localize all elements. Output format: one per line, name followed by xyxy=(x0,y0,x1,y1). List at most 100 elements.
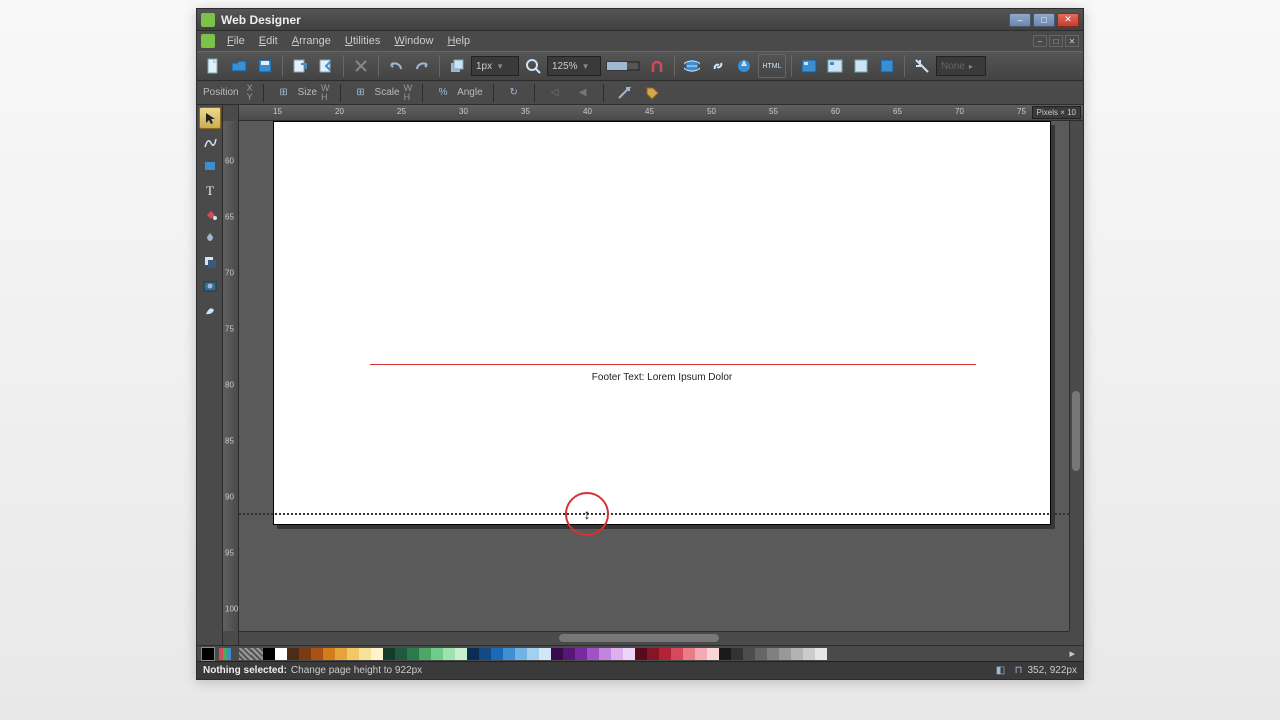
vertical-scroll-thumb[interactable] xyxy=(1072,391,1080,471)
flip-v-icon[interactable]: ◀ xyxy=(573,84,593,102)
new-file-button[interactable] xyxy=(201,54,225,78)
color-swatch[interactable] xyxy=(803,648,815,660)
color-swatch[interactable] xyxy=(551,648,563,660)
color-editor-icon[interactable] xyxy=(219,648,233,660)
stroke-width-combo[interactable]: 1px▼ xyxy=(471,56,519,76)
color-swatch[interactable] xyxy=(287,648,299,660)
color-swatch[interactable] xyxy=(299,648,311,660)
color-swatch[interactable] xyxy=(707,648,719,660)
color-swatch[interactable] xyxy=(767,648,779,660)
color-swatch[interactable] xyxy=(719,648,731,660)
color-swatch[interactable] xyxy=(275,648,287,660)
save-file-button[interactable] xyxy=(253,54,277,78)
fill-tool[interactable] xyxy=(199,203,221,225)
import-button[interactable] xyxy=(288,54,312,78)
link-button[interactable] xyxy=(706,54,730,78)
color-swatch[interactable] xyxy=(467,648,479,660)
color-bar-more-icon[interactable]: ▸ xyxy=(1065,647,1079,660)
no-color-swatch[interactable] xyxy=(239,648,251,660)
color-swatch[interactable] xyxy=(743,648,755,660)
menu-window[interactable]: Window xyxy=(388,33,439,49)
color-swatch[interactable] xyxy=(491,648,503,660)
names-combo[interactable]: None▸ xyxy=(936,56,986,76)
color-swatch[interactable] xyxy=(647,648,659,660)
lock-aspect-size-icon[interactable]: ⊞ xyxy=(274,84,294,102)
publish-button[interactable] xyxy=(732,54,756,78)
color-swatch[interactable] xyxy=(347,648,359,660)
color-swatch[interactable] xyxy=(575,648,587,660)
color-swatch[interactable] xyxy=(383,648,395,660)
horizontal-scroll-thumb[interactable] xyxy=(559,634,719,642)
open-file-button[interactable] xyxy=(227,54,251,78)
gallery-page-button[interactable] xyxy=(875,54,899,78)
maximize-button[interactable]: □ xyxy=(1033,13,1055,27)
color-swatch[interactable] xyxy=(623,648,635,660)
color-swatch[interactable] xyxy=(359,648,371,660)
tag-icon[interactable] xyxy=(642,84,662,102)
color-swatch[interactable] xyxy=(335,648,347,660)
snap-button[interactable] xyxy=(645,54,669,78)
menu-help[interactable]: Help xyxy=(441,33,476,49)
page-canvas[interactable]: Footer Text: Lorem Ipsum Dolor xyxy=(273,121,1051,525)
gallery-bitmap-button[interactable] xyxy=(849,54,873,78)
color-swatch[interactable] xyxy=(515,648,527,660)
ruler-origin-corner[interactable] xyxy=(223,105,239,121)
menu-edit[interactable]: Edit xyxy=(253,33,284,49)
horizontal-scrollbar[interactable] xyxy=(239,631,1069,645)
color-swatch[interactable] xyxy=(323,648,335,660)
apply-changes-icon[interactable] xyxy=(614,84,634,102)
shadow-tool[interactable] xyxy=(199,251,221,273)
flip-h-icon[interactable]: ◁ xyxy=(545,84,565,102)
color-swatch[interactable] xyxy=(431,648,443,660)
lock-aspect-scale-icon[interactable]: ⊞ xyxy=(351,84,371,102)
color-swatch[interactable] xyxy=(443,648,455,660)
ruler-units-label[interactable]: Pixels × 10 xyxy=(1032,106,1081,119)
guide-line[interactable] xyxy=(370,364,976,365)
color-swatch[interactable] xyxy=(371,648,383,660)
menu-file[interactable]: File xyxy=(221,33,251,49)
freehand-tool[interactable] xyxy=(199,131,221,153)
minimize-button[interactable]: – xyxy=(1009,13,1031,27)
undo-button[interactable] xyxy=(384,54,408,78)
viewport[interactable]: Footer Text: Lorem Ipsum Dolor ↕ xyxy=(239,121,1069,631)
menu-utilities[interactable]: Utilities xyxy=(339,33,386,49)
mdi-minimize-button[interactable]: – xyxy=(1033,35,1047,47)
status-snap-icon[interactable]: ⊓ xyxy=(1012,665,1026,677)
shape-tool[interactable] xyxy=(199,299,221,321)
color-swatch[interactable] xyxy=(683,648,695,660)
color-swatch[interactable] xyxy=(755,648,767,660)
color-swatch[interactable] xyxy=(455,648,467,660)
color-swatch[interactable] xyxy=(419,648,431,660)
delete-button[interactable] xyxy=(349,54,373,78)
color-swatch[interactable] xyxy=(731,648,743,660)
color-swatch[interactable] xyxy=(599,648,611,660)
color-swatch[interactable] xyxy=(611,648,623,660)
export-button[interactable] xyxy=(314,54,338,78)
percent-icon[interactable]: % xyxy=(433,84,453,102)
text-tool[interactable]: T xyxy=(199,179,221,201)
rectangle-tool[interactable] xyxy=(199,155,221,177)
mdi-restore-button[interactable]: □ xyxy=(1049,35,1063,47)
mdi-close-button[interactable]: ✕ xyxy=(1065,35,1079,47)
current-color-swatch[interactable] xyxy=(201,647,215,661)
layers-button[interactable] xyxy=(445,54,469,78)
color-swatch[interactable] xyxy=(311,648,323,660)
color-swatch[interactable] xyxy=(539,648,551,660)
color-swatch[interactable] xyxy=(479,648,491,660)
color-swatch[interactable] xyxy=(815,648,827,660)
gallery-color-button[interactable] xyxy=(797,54,821,78)
transparent-swatch[interactable] xyxy=(251,648,263,660)
color-swatch[interactable] xyxy=(527,648,539,660)
close-button[interactable]: ✕ xyxy=(1057,13,1079,27)
color-swatch[interactable] xyxy=(407,648,419,660)
color-swatch[interactable] xyxy=(659,648,671,660)
color-swatch[interactable] xyxy=(671,648,683,660)
names-button[interactable] xyxy=(910,54,934,78)
gallery-design-button[interactable] xyxy=(823,54,847,78)
photo-tool[interactable] xyxy=(199,275,221,297)
zoom-tool-button[interactable] xyxy=(521,54,545,78)
color-swatch[interactable] xyxy=(563,648,575,660)
zoom-combo[interactable]: 125%▼ xyxy=(547,56,601,76)
color-swatch[interactable] xyxy=(263,648,275,660)
vertical-ruler[interactable]: 6065707580859095100 xyxy=(223,121,239,631)
